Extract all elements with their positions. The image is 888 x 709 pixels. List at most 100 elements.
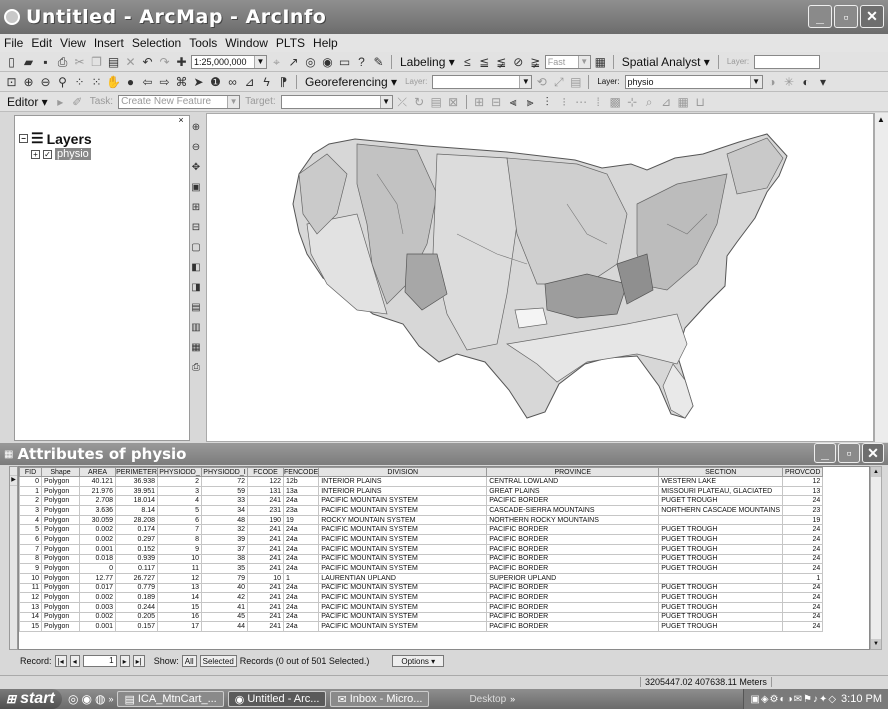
focus-data-frame-icon[interactable]: ▥ [190, 322, 203, 334]
back-arrow-icon[interactable]: ⇦ [140, 75, 155, 89]
table-cell[interactable]: 40 [201, 582, 248, 594]
table-row[interactable]: 9 Polygon 0 0.117 11 35 241 24a PACIFIC MOUNTAIN… [19, 563, 824, 574]
options-button[interactable]: Options ▾ [392, 655, 445, 667]
label-manager-icon[interactable]: ≤ [460, 55, 475, 69]
column-header[interactable]: PHYSIODD_I [201, 467, 248, 477]
current-row-arrow-icon[interactable]: ▶ [10, 476, 17, 486]
georeferencing-menu[interactable]: Georeferencing ▾ [302, 75, 400, 89]
lock-labels-icon[interactable]: ⊘ [511, 55, 526, 69]
next-record-button[interactable]: ▸ [119, 655, 130, 667]
map-vertical-scrollbar[interactable]: ▲ [874, 113, 888, 442]
table-cell[interactable]: 3.636 [79, 505, 116, 516]
table-cell[interactable]: 24a [282, 553, 320, 565]
table-cell[interactable]: 26.727 [115, 572, 158, 584]
table-cell[interactable]: 45 [201, 611, 248, 623]
command-line-icon[interactable]: ▭ [337, 55, 352, 69]
layer-name[interactable]: physio [55, 148, 91, 160]
table-cell[interactable]: 13a [282, 485, 320, 497]
table-cell[interactable]: 1 [19, 485, 42, 497]
column-header[interactable]: PERIMETER [115, 467, 158, 477]
print-icon[interactable]: ⎙ [55, 55, 70, 69]
scroll-up-icon[interactable]: ▲ [871, 467, 881, 477]
snapping-icon[interactable]: ⁝ [557, 95, 572, 109]
table-cell[interactable]: 0.244 [115, 601, 158, 613]
quick-launch-icon[interactable]: ◎ [68, 692, 78, 706]
table-cell[interactable]: PACIFIC BORDER [486, 601, 660, 613]
more-icon[interactable]: » [510, 694, 515, 704]
table-row[interactable]: 7 Polygon 0.001 0.152 9 37 241 24a PACIFIC MOUNT… [19, 543, 824, 555]
table-cell[interactable]: 2 [157, 476, 202, 487]
generalize-icon[interactable]: ⊿ [659, 95, 674, 109]
table-cell[interactable]: 11 [157, 563, 202, 574]
table-row[interactable]: 0 Polygon 40.121 36.938 2 72 122 12b INTERIOR PL… [19, 476, 824, 487]
table-cell[interactable]: PACIFIC MOUNTAIN SYSTEM [318, 601, 488, 613]
table-cell[interactable]: 40.121 [79, 476, 116, 487]
maximize-button[interactable]: ▫ [834, 5, 858, 28]
change-layout-icon[interactable]: ▦ [190, 342, 203, 354]
table-cell[interactable]: PUGET TROUGH [658, 601, 784, 613]
edit-tool-arrow-icon[interactable]: ▸ [53, 95, 68, 109]
table-cell[interactable]: PACIFIC MOUNTAIN SYSTEM [318, 553, 488, 565]
menu-edit[interactable]: Edit [31, 36, 52, 50]
align-center-icon[interactable]: ⫸ [523, 95, 538, 109]
table-cell[interactable]: 8 [19, 553, 42, 565]
table-row[interactable]: 8 Polygon 0.018 0.939 10 38 241 24a PACIFIC MOUN… [19, 553, 824, 565]
table-cell[interactable]: 39.951 [115, 485, 158, 497]
table-cell[interactable]: Polygon [41, 476, 80, 487]
table-cell[interactable]: 0.002 [79, 592, 116, 603]
paste-icon[interactable]: ▤ [106, 55, 121, 69]
table-cell[interactable]: PUGET TROUGH [658, 495, 784, 507]
table-cell[interactable]: PUGET TROUGH [658, 611, 784, 623]
menu-file[interactable]: File [4, 36, 23, 50]
table-cell[interactable]: Polygon [41, 601, 80, 613]
table-row[interactable]: 11 Polygon 0.017 0.779 13 40 241 24a PACIFIC MOU… [19, 582, 824, 594]
table-cell[interactable]: ROCKY MOUNTAIN SYSTEM [318, 514, 488, 526]
table-cell[interactable]: PUGET TROUGH [658, 582, 784, 594]
table-cell[interactable]: 241 [247, 553, 284, 565]
align-left-icon[interactable]: ⫷ [506, 95, 521, 109]
table-cell[interactable]: 13 [157, 582, 202, 594]
table-cell[interactable]: 13 [782, 485, 824, 497]
attr-close-button[interactable]: ✕ [862, 443, 884, 463]
quick-launch-icon[interactable]: ◍ [95, 692, 105, 706]
table-cell[interactable]: 17 [157, 621, 202, 632]
table-row[interactable]: 10 Polygon 12.77 26.727 12 79 10 1 LAURENTIAN UP… [19, 572, 824, 584]
delete-icon[interactable]: ✕ [123, 55, 138, 69]
column-header[interactable]: AREA [79, 467, 116, 477]
table-cell[interactable]: INTERIOR PLAINS [318, 476, 488, 487]
menu-plts[interactable]: PLTS [276, 36, 305, 50]
table-cell[interactable]: 72 [201, 476, 248, 487]
distribute-icon[interactable]: ⫶ [540, 95, 555, 109]
table-cell[interactable]: 1 [282, 572, 320, 584]
table-cell[interactable]: PACIFIC MOUNTAIN SYSTEM [318, 621, 488, 632]
table-row[interactable]: 15 Polygon 0.001 0.157 17 44 241 24a PACIFIC MOU… [19, 621, 824, 632]
table-cell[interactable]: 12 [157, 572, 202, 584]
table-icon[interactable]: ▦ [676, 95, 691, 109]
table-cell[interactable]: 0.205 [115, 611, 158, 623]
table-cell[interactable]: PACIFIC BORDER [486, 553, 660, 565]
zoom-whole-page-icon[interactable]: ▣ [190, 182, 203, 194]
table-cell[interactable]: 0.002 [79, 534, 116, 545]
table-cell[interactable]: 36.938 [115, 476, 158, 487]
expand-icon[interactable]: + [31, 149, 40, 159]
table-cell[interactable]: 12.77 [79, 572, 116, 584]
pencil-icon[interactable]: ✎ [371, 55, 386, 69]
table-cell[interactable]: 11 [19, 582, 42, 594]
taskbar-item-inbox[interactable]: ✉ Inbox - Micro... [330, 691, 430, 707]
column-header[interactable]: PROVINCE [486, 467, 660, 477]
table-cell[interactable]: 241 [247, 495, 284, 507]
table-cell[interactable]: PACIFIC MOUNTAIN SYSTEM [318, 505, 488, 516]
record-number-input[interactable]: 1 [82, 655, 117, 667]
fixed-zoom-out-icon[interactable]: ⊟ [190, 222, 203, 234]
map-display[interactable] [206, 113, 874, 442]
search-icon[interactable]: ⚲ [55, 75, 70, 89]
table-cell[interactable]: 7 [157, 524, 202, 536]
add-data-icon[interactable]: ✚ [174, 55, 189, 69]
table-row[interactable]: 1 Polygon 21.976 39.951 3 59 131 13a INTERIOR PL… [19, 485, 824, 497]
table-cell[interactable]: 24 [782, 601, 824, 613]
table-cell[interactable]: PACIFIC MOUNTAIN SYSTEM [318, 563, 488, 574]
planarize-icon[interactable]: ⌕ [642, 95, 657, 109]
table-cell[interactable]: 0.018 [79, 553, 116, 565]
start-button[interactable]: ⊞ start [0, 689, 62, 709]
zoom-in-fixed-icon[interactable]: ⊡ [4, 75, 19, 89]
